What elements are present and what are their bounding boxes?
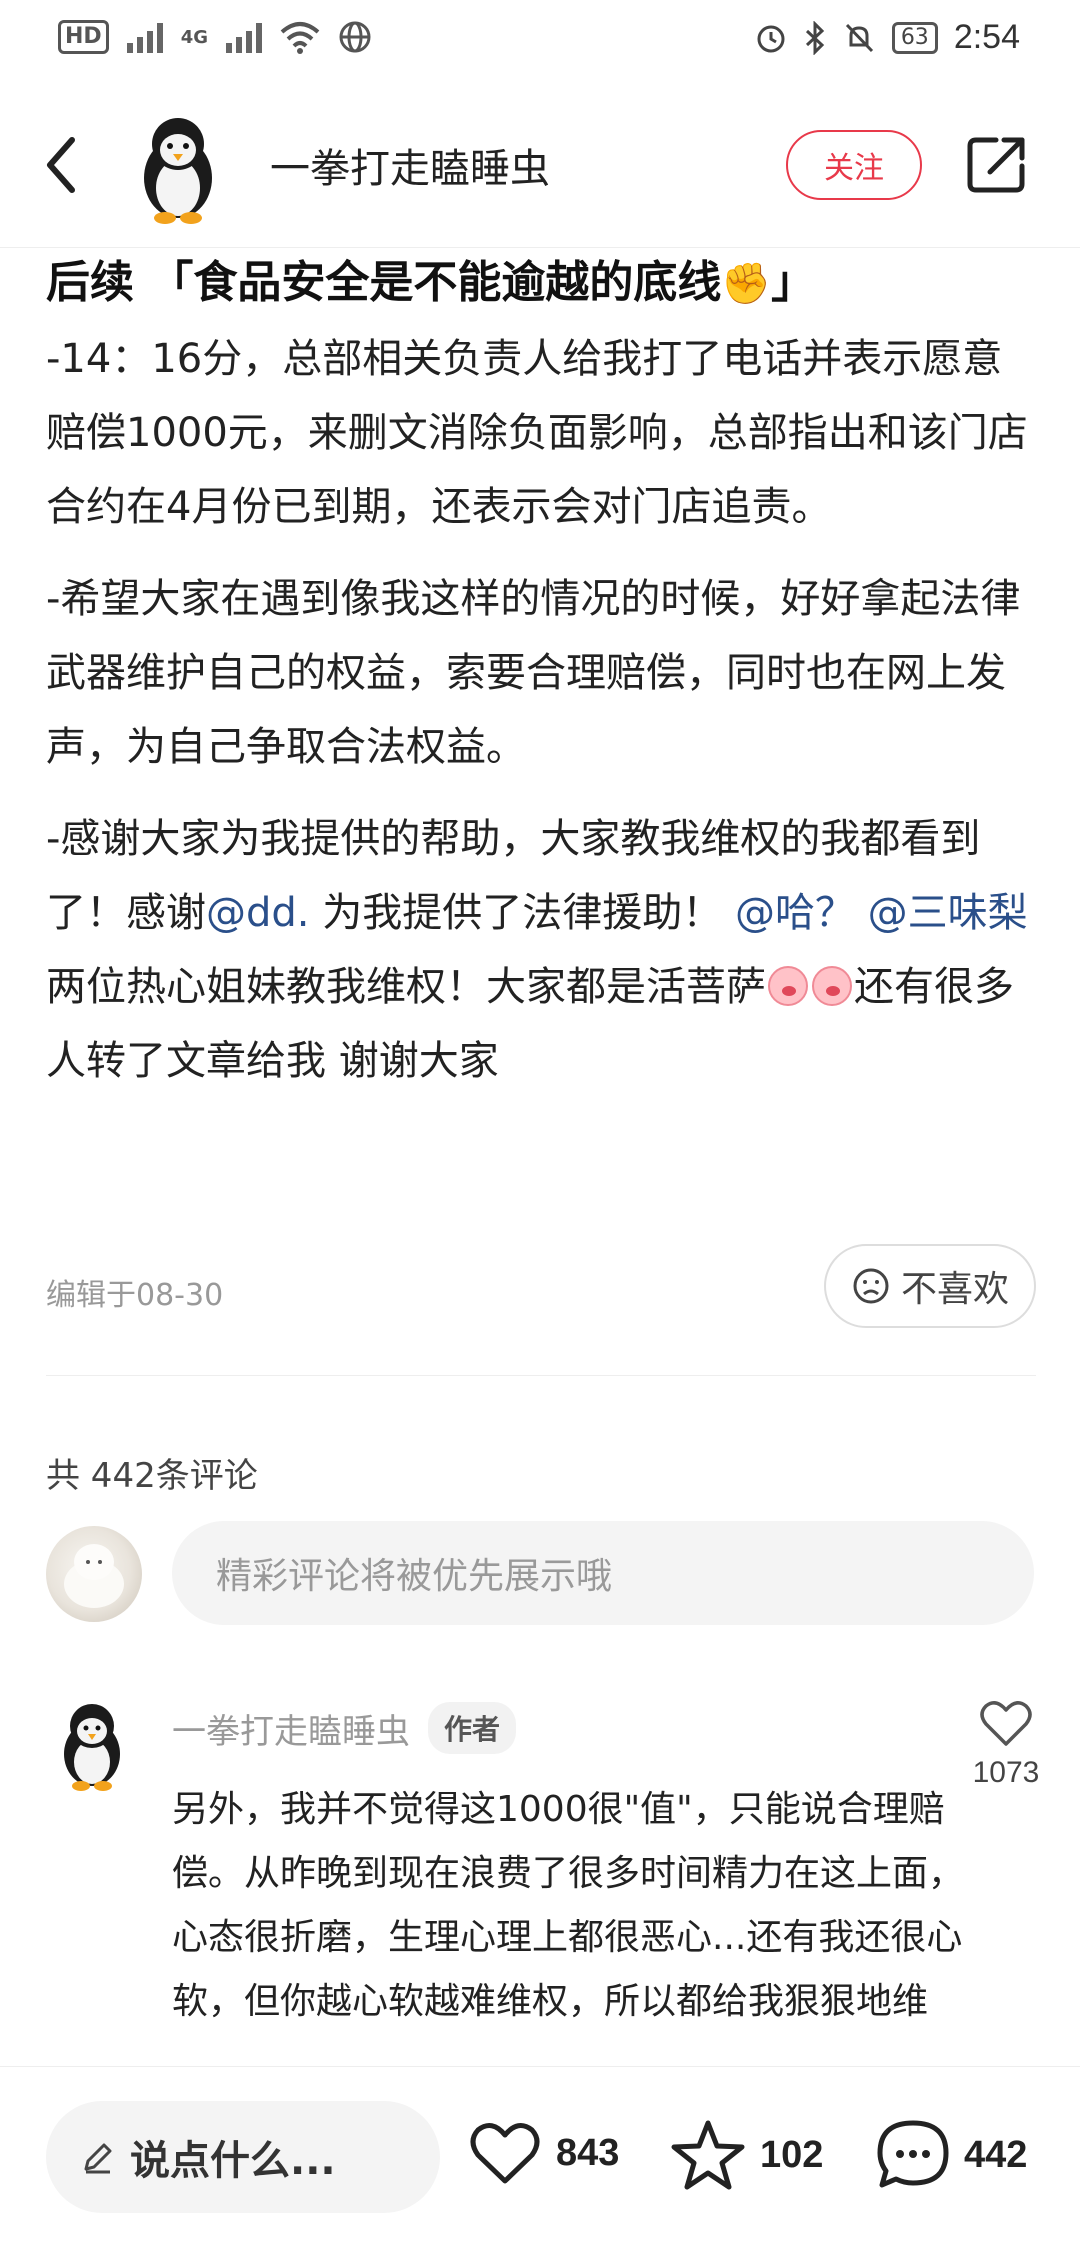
comment-total: 442: [964, 2133, 1028, 2176]
favorite-action[interactable]: 102: [670, 2119, 823, 2191]
article-paragraph-1: -14：16分，总部相关负责人给我打了电话并表示愿意赔偿1000元，来删文消除负…: [46, 336, 1028, 530]
comment-action[interactable]: 442: [876, 2119, 1027, 2191]
favorite-count: 102: [760, 2133, 824, 2176]
bottom-action-bar: 说点什么... 843 102 442: [0, 2066, 1080, 2244]
paragraph-3-text-c: [855, 890, 868, 936]
author-avatar[interactable]: [135, 108, 221, 226]
signal-icon-2: [226, 21, 262, 53]
status-bar: HD 4G 63 2:54: [0, 0, 1080, 80]
clock: 2:54: [953, 18, 1020, 56]
author-name[interactable]: 一拳打走瞌睡虫: [270, 136, 550, 194]
mute-bell-icon: [845, 23, 873, 52]
share-icon[interactable]: [966, 134, 1028, 196]
comment-item: 一拳打走瞌睡虫 作者 1073 另外，我并不觉得这1000很"值"，只能说合理赔…: [46, 1690, 1046, 2070]
mention-ha[interactable]: @哈？: [735, 890, 855, 936]
heart-icon[interactable]: [978, 1698, 1034, 1750]
signal-icon: [126, 21, 163, 53]
sheep-plush-icon: [64, 1544, 124, 1608]
mention-dd[interactable]: @dd.: [206, 890, 310, 936]
dislike-label: 不喜欢: [900, 1269, 1009, 1310]
comment-like-count: 1073: [972, 1756, 1040, 1789]
back-arrow-icon[interactable]: [38, 130, 88, 200]
article-paragraph-2: -希望大家在遇到像我这样的情况的时候，好好拿起法律武器维护自己的权益，索要合理赔…: [46, 576, 1021, 770]
dislike-button[interactable]: 不喜欢: [824, 1244, 1036, 1328]
mention-sanweili[interactable]: @三味梨: [868, 890, 1028, 936]
top-nav: 一拳打走瞌睡虫 关注: [0, 80, 1080, 248]
alarm-icon: [757, 25, 785, 52]
crying-face-emoji-icon-2: [812, 966, 852, 1006]
edit-date: 编辑于08-30: [46, 1278, 224, 1313]
author-badge: 作者: [428, 1702, 517, 1754]
pencil-icon: [84, 2143, 112, 2174]
like-action[interactable]: 843: [468, 2119, 619, 2187]
article-title-text: 后续 「食品安全是不能逾越的底线: [46, 257, 722, 308]
comment-like[interactable]: 1073: [966, 1698, 1046, 1790]
battery-indicator: 63: [891, 21, 938, 54]
heart-icon[interactable]: [468, 2119, 542, 2187]
commenter-name[interactable]: 一拳打走瞌睡虫: [172, 1704, 410, 1753]
like-count: 843: [556, 2131, 620, 2174]
divider: [46, 1375, 1036, 1376]
commenter-name-row: 一拳打走瞌睡虫 作者: [172, 1702, 517, 1754]
article-meta: 编辑于08-30 不喜欢: [46, 1244, 1036, 1330]
sad-face-icon: [853, 1268, 889, 1304]
comment-input[interactable]: 精彩评论将被优先展示哦: [172, 1521, 1034, 1625]
network-type: 4G: [180, 26, 208, 48]
paragraph-3-text-d: 两位热心姐妹教我维权！大家都是活菩萨: [46, 964, 766, 1010]
bluetooth-icon: [805, 20, 824, 55]
article-title: 后续 「食品安全是不能逾越的底线✊」: [46, 248, 1036, 318]
globe-icon: [339, 21, 371, 53]
article-body: 后续 「食品安全是不能逾越的底线✊」 -14：16分，总部相关负责人给我打了电话…: [46, 248, 1036, 1098]
hd-indicator: HD: [58, 20, 109, 54]
say-something-placeholder: 说点什么...: [130, 2138, 336, 2184]
star-icon[interactable]: [670, 2119, 746, 2191]
comment-count: 共 442条评论: [46, 1456, 258, 1496]
comment-text: 另外，我并不觉得这1000很"值"，只能说合理赔偿。从昨晚到现在浪费了很多时间精…: [172, 1789, 965, 2022]
say-something-input[interactable]: 说点什么...: [46, 2101, 440, 2213]
article-paragraph-3: -感谢大家为我提供的帮助，大家教我维权的我都看到了！感谢@dd. 为我提供了法律…: [46, 802, 1036, 1098]
paragraph-3-text-b: 为我提供了法律援助！: [309, 890, 735, 936]
wifi-icon: [280, 22, 320, 54]
follow-button[interactable]: 关注: [786, 130, 922, 200]
comment-bubble-icon[interactable]: [876, 2119, 950, 2191]
article-title-end: 」: [771, 257, 816, 308]
crying-face-emoji-icon: [768, 966, 808, 1006]
commenter-avatar[interactable]: [56, 1696, 128, 1792]
fist-emoji-icon: ✊: [721, 261, 772, 307]
my-avatar: [46, 1526, 142, 1622]
